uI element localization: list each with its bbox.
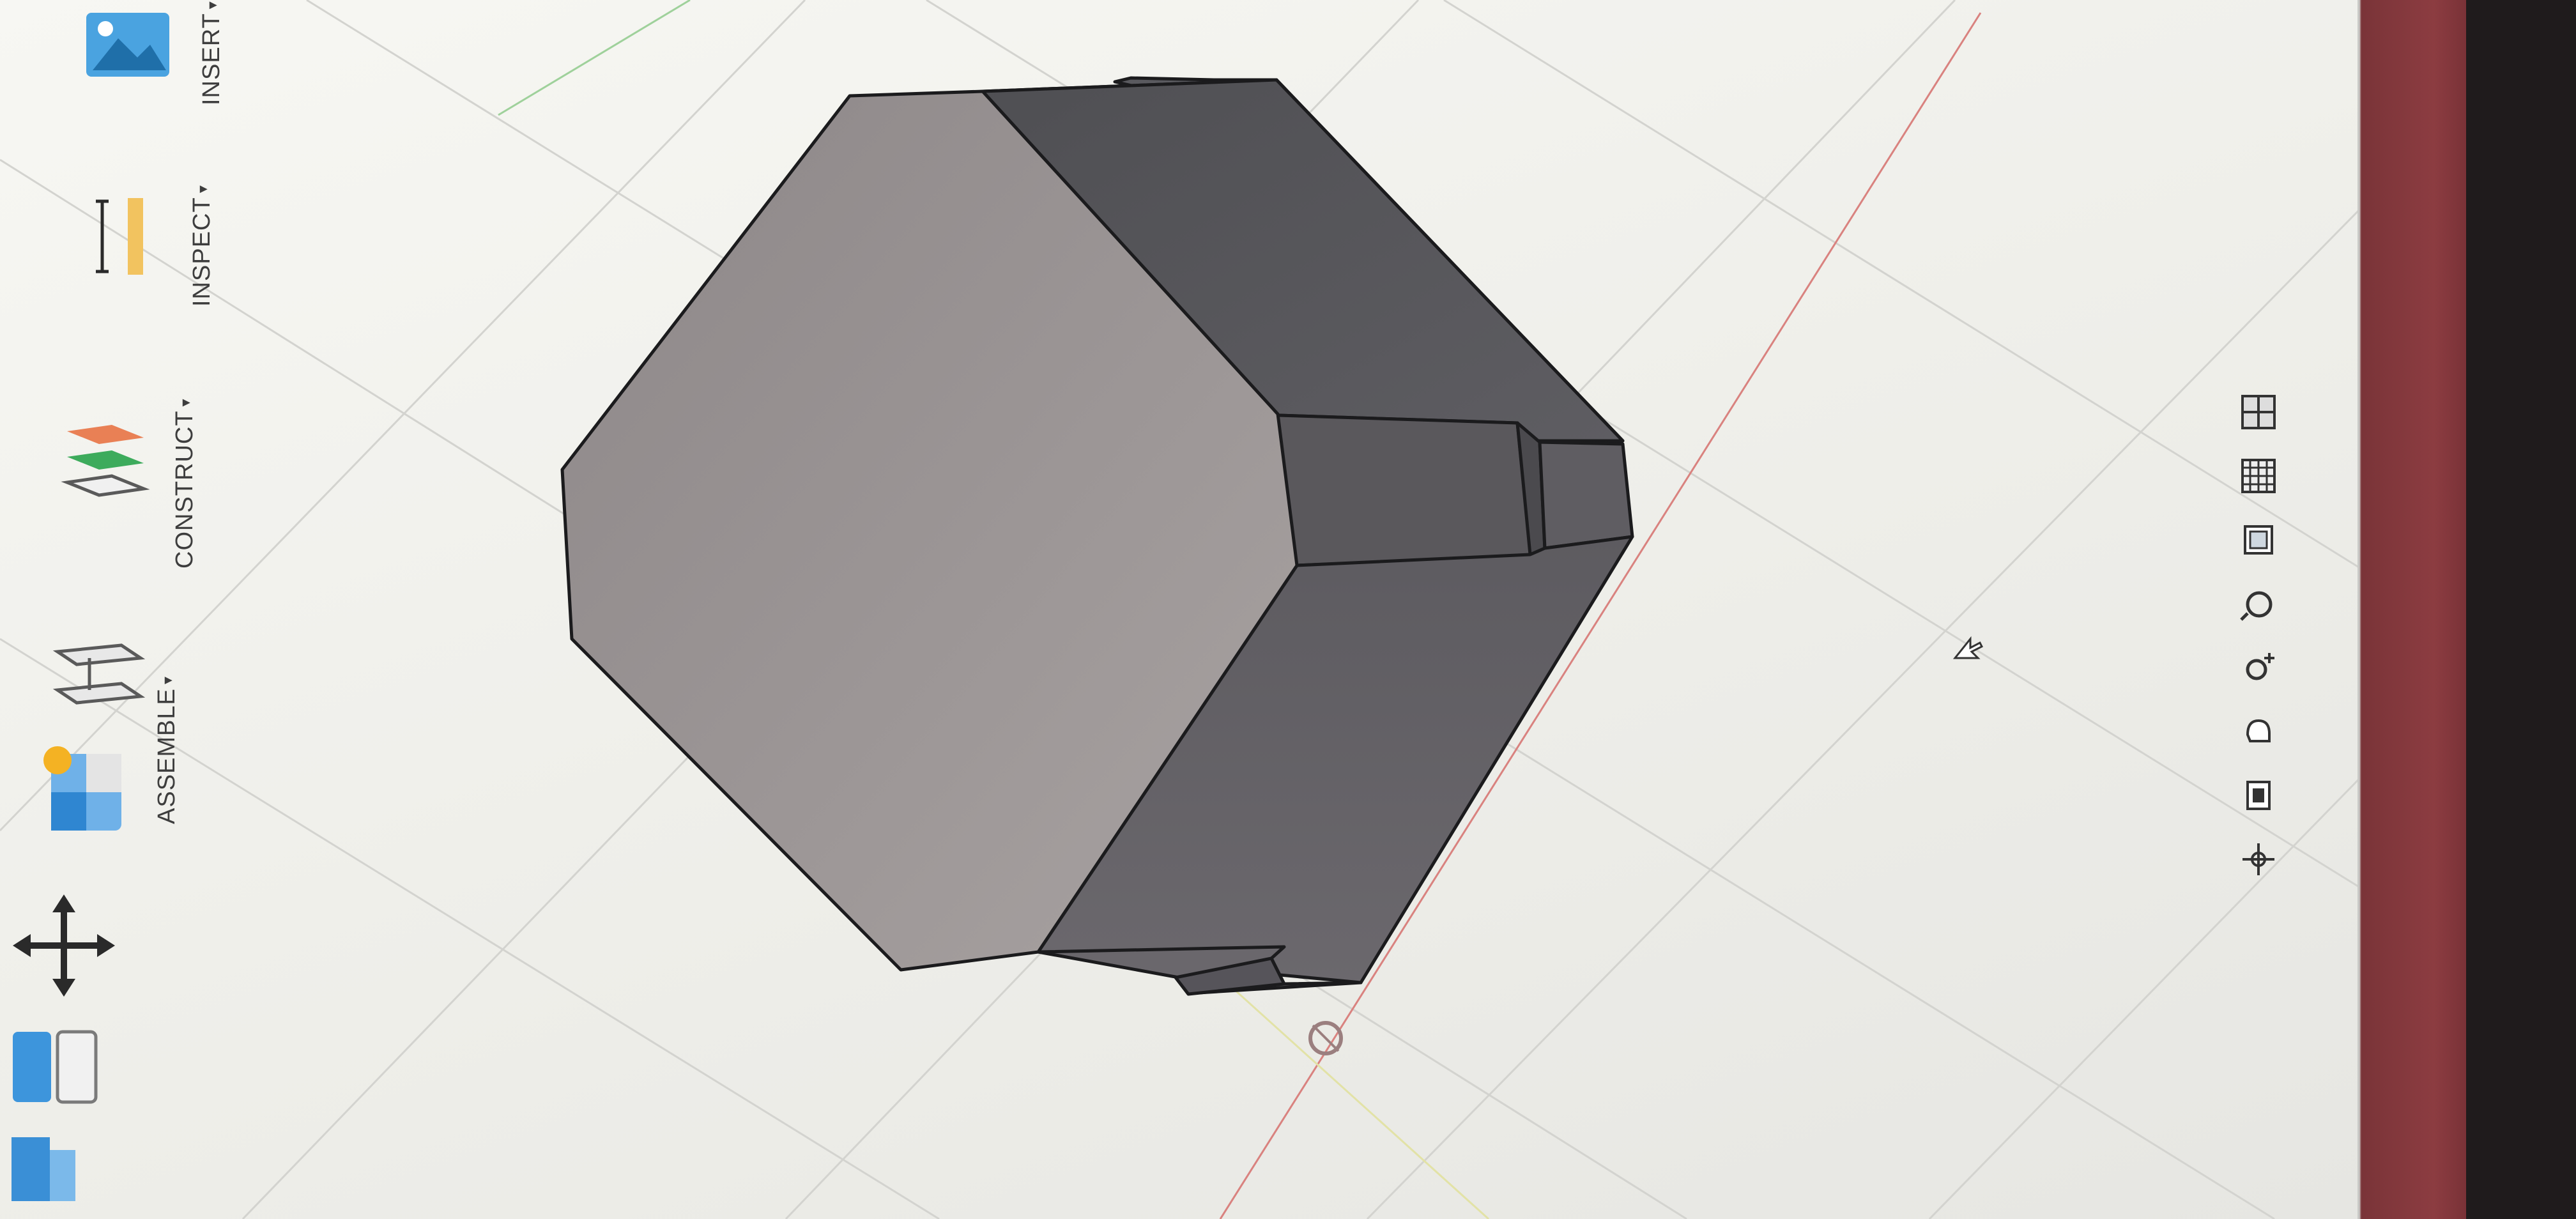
inspect-label: INSPECT — [188, 197, 215, 307]
display-settings-icon[interactable] — [2236, 518, 2281, 562]
hand-orbit-icon[interactable] — [2236, 709, 2281, 754]
origin-marker — [1308, 1021, 1343, 1055]
monitor-bezel — [2466, 0, 2576, 1219]
navigation-bar — [2223, 371, 2313, 920]
inspect-caret: ▾ — [194, 185, 212, 194]
look-at-icon[interactable] — [2236, 773, 2281, 818]
construct-menu[interactable]: CONSTRUCT ▾ — [171, 398, 199, 569]
pan-icon[interactable] — [2236, 837, 2281, 882]
mouse-cursor — [1952, 636, 1984, 659]
insert-menu[interactable]: INSERT ▾ — [198, 1, 226, 105]
insert-caret: ▾ — [204, 1, 222, 10]
grid-settings-icon[interactable] — [2236, 454, 2281, 498]
joint-icon[interactable] — [51, 632, 147, 722]
slot-right — [1538, 440, 1634, 550]
canvas-viewport[interactable]: ASSEMBLE ▾ CONSTRUCT ▾ INSPECT ▾ INSERT ▾ — [0, 0, 2402, 1219]
measure-ruler-icon[interactable] — [96, 192, 153, 281]
hex-body[interactable] — [560, 76, 1634, 996]
move-arrows-icon[interactable] — [13, 894, 115, 997]
photo-frame: ASSEMBLE ▾ CONSTRUCT ▾ INSPECT ▾ INSERT ▾ — [0, 0, 2576, 1219]
insert-image-icon[interactable] — [80, 6, 176, 83]
construct-caret: ▾ — [177, 398, 195, 407]
assemble-caret: ▾ — [159, 676, 177, 685]
offset-plane-icon[interactable] — [54, 418, 150, 514]
construct-label: CONSTRUCT — [171, 410, 198, 569]
orbit-icon[interactable] — [2236, 645, 2281, 690]
insert-label: INSERT — [198, 13, 225, 105]
create-solid-icon[interactable] — [5, 1124, 133, 1219]
modify-box-icon[interactable] — [6, 1016, 109, 1112]
zoom-fit-icon[interactable] — [2236, 581, 2281, 626]
assemble-label: ASSEMBLE — [153, 688, 180, 824]
new-component-icon[interactable] — [38, 741, 134, 843]
inspect-menu[interactable]: INSPECT ▾ — [188, 185, 216, 307]
viewports-icon[interactable] — [2236, 390, 2281, 434]
assemble-menu[interactable]: ASSEMBLE ▾ — [153, 676, 181, 824]
slot-inner — [1276, 413, 1535, 567]
y-axis-line — [498, 0, 691, 116]
viewport-scene — [0, 0, 2402, 1219]
